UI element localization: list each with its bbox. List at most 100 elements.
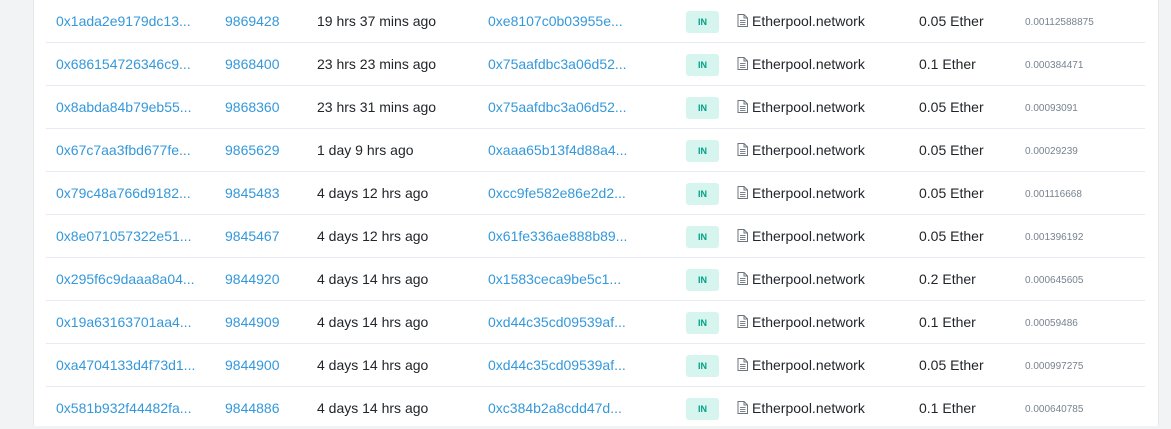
document-icon (737, 271, 748, 285)
table-row: 0x686154726346c9... 9868400 23 hrs 23 mi… (46, 42, 1145, 85)
value-text: 0.05 Ether (919, 142, 984, 158)
value-text: 0.05 Ether (919, 13, 984, 29)
value-text: 0.05 Ether (919, 228, 984, 244)
to-address-text: Etherpool.network (752, 142, 865, 158)
from-address-link[interactable]: 0xc384b2a8cdd47d... (488, 400, 622, 416)
age-text: 4 days 14 hrs ago (317, 314, 429, 330)
block-link[interactable]: 9844900 (225, 357, 280, 373)
table-row: 0x19a63163701aa4... 9844909 4 days 14 hr… (46, 300, 1145, 343)
txhash-link[interactable]: 0x1ada2e9179dc13... (56, 13, 191, 29)
table-row: 0x8e071057322e51... 9845467 4 days 12 hr… (46, 214, 1145, 257)
transactions-panel: 0x1ada2e9179dc13... 9869428 19 hrs 37 mi… (33, 0, 1159, 426)
from-address-link[interactable]: 0xd44c35cd09539af... (488, 314, 626, 330)
direction-badge: IN (686, 269, 719, 291)
table-row: 0x79c48a766d9182... 9845483 4 days 12 hr… (46, 171, 1145, 214)
txhash-link[interactable]: 0x67c7aa3fbd677fe... (56, 142, 191, 158)
age-text: 4 days 12 hrs ago (317, 185, 429, 201)
age-text: 4 days 14 hrs ago (317, 271, 429, 287)
document-icon (737, 314, 748, 328)
age-text: 23 hrs 23 mins ago (317, 56, 437, 72)
txn-fee-text: 0.000645605 (1025, 274, 1084, 286)
to-address-text: Etherpool.network (752, 400, 865, 416)
txn-fee-text: 0.000640785 (1025, 403, 1084, 415)
table-row: 0x67c7aa3fbd677fe... 9865629 1 day 9 hrs… (46, 128, 1145, 171)
table-row: 0x295f6c9daaa8a04... 9844920 4 days 14 h… (46, 257, 1145, 300)
document-icon (737, 228, 748, 242)
txhash-link[interactable]: 0x295f6c9daaa8a04... (56, 271, 195, 287)
from-address-link[interactable]: 0x75aafdbc3a06d52... (488, 99, 627, 115)
txn-fee-text: 0.001116668 (1025, 188, 1082, 200)
to-address-text: Etherpool.network (752, 357, 865, 373)
transactions-table: 0x1ada2e9179dc13... 9869428 19 hrs 37 mi… (46, 0, 1145, 429)
from-address-link[interactable]: 0x61fe336ae888b89... (488, 228, 627, 244)
to-address-text: Etherpool.network (752, 185, 865, 201)
direction-badge: IN (686, 398, 719, 420)
txhash-link[interactable]: 0x8e071057322e51... (56, 228, 191, 244)
from-address-link[interactable]: 0x1583ceca9be5c1... (488, 271, 621, 287)
block-link[interactable]: 9865629 (225, 142, 280, 158)
table-row: 0x1ada2e9179dc13... 9869428 19 hrs 37 mi… (46, 0, 1145, 42)
age-text: 4 days 12 hrs ago (317, 228, 429, 244)
txn-fee-text: 0.000997275 (1025, 360, 1084, 372)
block-link[interactable]: 9869428 (225, 13, 280, 29)
document-icon (737, 142, 748, 156)
block-link[interactable]: 9844909 (225, 314, 280, 330)
table-row: 0x581b932f44482fa... 9844886 4 days 14 h… (46, 386, 1145, 429)
direction-badge: IN (686, 183, 719, 205)
txhash-link[interactable]: 0xa4704133d4f73d1... (56, 357, 195, 373)
value-text: 0.1 Ether (919, 314, 976, 330)
txn-fee-text: 0.00093091 (1025, 102, 1078, 114)
value-text: 0.05 Ether (919, 99, 984, 115)
txn-fee-text: 0.001396192 (1025, 231, 1084, 243)
from-address-link[interactable]: 0xe8107c0b03955e... (488, 13, 623, 29)
to-address-text: Etherpool.network (752, 56, 865, 72)
direction-badge: IN (686, 54, 719, 76)
txhash-link[interactable]: 0x8abda84b79eb55... (56, 99, 191, 115)
value-text: 0.05 Ether (919, 357, 984, 373)
block-link[interactable]: 9844886 (225, 400, 280, 416)
block-link[interactable]: 9868400 (225, 56, 280, 72)
document-icon (737, 185, 748, 199)
document-icon (737, 357, 748, 371)
age-text: 4 days 14 hrs ago (317, 357, 429, 373)
txn-fee-text: 0.00059486 (1025, 317, 1078, 329)
txhash-link[interactable]: 0x79c48a766d9182... (56, 185, 191, 201)
block-link[interactable]: 9844920 (225, 271, 280, 287)
from-address-link[interactable]: 0xcc9fe582e86e2d2... (488, 185, 626, 201)
txn-fee-text: 0.00029239 (1025, 145, 1078, 157)
from-address-link[interactable]: 0xd44c35cd09539af... (488, 357, 626, 373)
direction-badge: IN (686, 140, 719, 162)
document-icon (737, 13, 748, 27)
txhash-link[interactable]: 0x581b932f44482fa... (56, 400, 191, 416)
from-address-link[interactable]: 0x75aafdbc3a06d52... (488, 56, 627, 72)
txhash-link[interactable]: 0x686154726346c9... (56, 56, 191, 72)
to-address-text: Etherpool.network (752, 314, 865, 330)
direction-badge: IN (686, 355, 719, 377)
to-address-text: Etherpool.network (752, 99, 865, 115)
block-link[interactable]: 9845483 (225, 185, 280, 201)
table-row: 0xa4704133d4f73d1... 9844900 4 days 14 h… (46, 343, 1145, 386)
document-icon (737, 99, 748, 113)
txhash-link[interactable]: 0x19a63163701aa4... (56, 314, 191, 330)
table-row: 0x8abda84b79eb55... 9868360 23 hrs 31 mi… (46, 85, 1145, 128)
to-address-text: Etherpool.network (752, 228, 865, 244)
direction-badge: IN (686, 312, 719, 334)
value-text: 0.05 Ether (919, 185, 984, 201)
age-text: 1 day 9 hrs ago (317, 142, 414, 158)
value-text: 0.1 Ether (919, 400, 976, 416)
age-text: 23 hrs 31 mins ago (317, 99, 437, 115)
to-address-text: Etherpool.network (752, 13, 865, 29)
document-icon (737, 56, 748, 70)
direction-badge: IN (686, 226, 719, 248)
from-address-link[interactable]: 0xaaa65b13f4d88a4... (488, 142, 627, 158)
txn-fee-text: 0.000384471 (1025, 59, 1084, 71)
age-text: 19 hrs 37 mins ago (317, 13, 437, 29)
value-text: 0.1 Ether (919, 56, 976, 72)
block-link[interactable]: 9845467 (225, 228, 280, 244)
block-link[interactable]: 9868360 (225, 99, 280, 115)
to-address-text: Etherpool.network (752, 271, 865, 287)
document-icon (737, 400, 748, 414)
txn-fee-text: 0.00112588875 (1025, 16, 1094, 28)
direction-badge: IN (686, 97, 719, 119)
direction-badge: IN (686, 11, 719, 33)
